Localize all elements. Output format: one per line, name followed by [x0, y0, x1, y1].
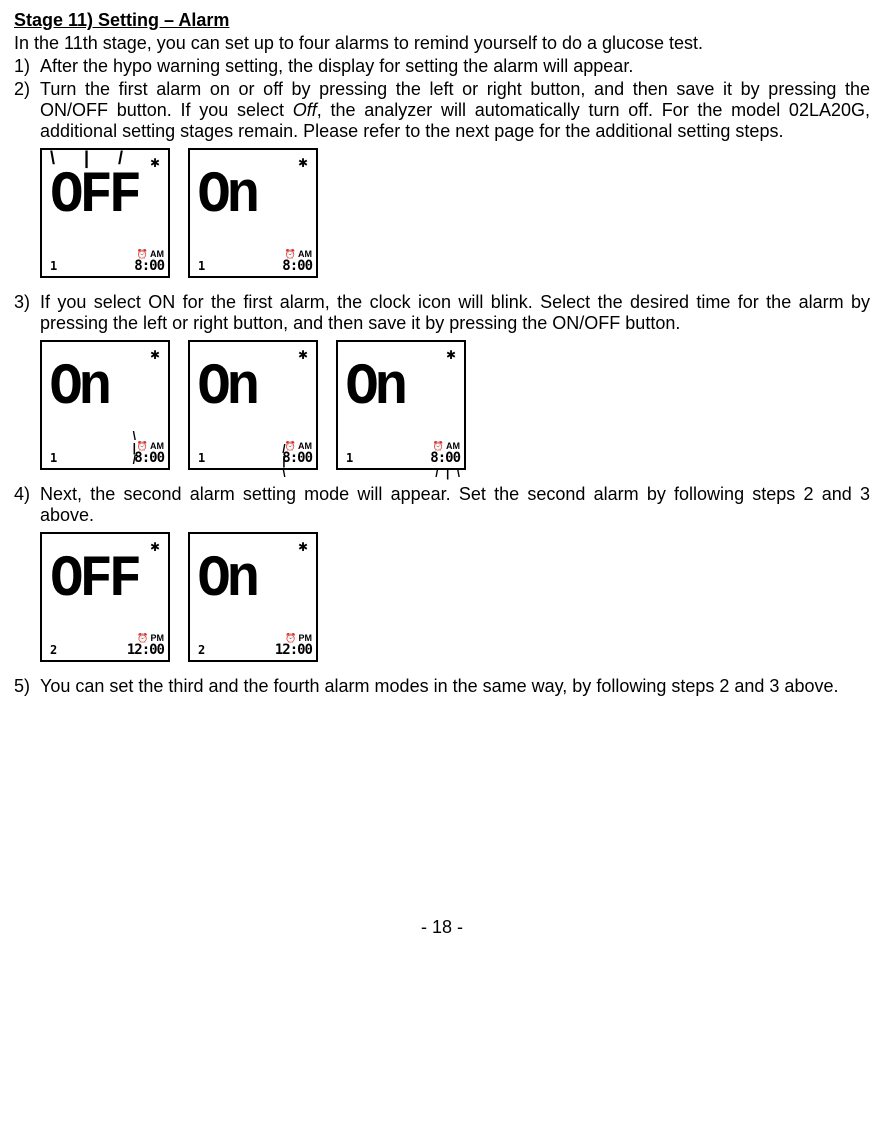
lcd-on-1: ✱ On 1 AM 8:00	[188, 148, 318, 278]
lcd-row-1: \ | / ✱ OFF 1 AM 8:00 ✱ On 1 AM 8:00	[40, 148, 870, 278]
item-number: 3)	[14, 292, 40, 334]
alarm-slot: 1	[198, 451, 205, 465]
lcd-off-1: \ | / ✱ OFF 1 AM 8:00	[40, 148, 170, 278]
alarm-slot: 2	[198, 643, 205, 657]
list-item-3: 3) If you select ON for the first alarm,…	[14, 292, 870, 334]
blink-marks-icon: / | \	[435, 467, 462, 479]
time-value: 8:00	[134, 259, 164, 273]
lcd-big-text: On	[198, 552, 257, 610]
alarm-slot: 1	[50, 451, 57, 465]
list-item-2: 2) Turn the first alarm on or off by pre…	[14, 79, 870, 142]
lcd-row-3: ✱ OFF 2 PM 12:00 ✱ On 2 PM 12:00	[40, 532, 870, 662]
page-number: - 18 -	[14, 917, 870, 938]
item-number: 4)	[14, 484, 40, 526]
alarm-slot: 1	[50, 259, 57, 273]
item-text: Turn the first alarm on or off by pressi…	[40, 79, 870, 142]
settings-icon: ✱	[446, 348, 456, 362]
item-text: After the hypo warning setting, the disp…	[40, 56, 870, 77]
item-text: You can set the third and the fourth ala…	[40, 676, 870, 697]
lcd-on-2: ✱ On 2 PM 12:00	[188, 532, 318, 662]
lcd-big-text: OFF	[50, 168, 138, 226]
settings-icon: ✱	[298, 348, 308, 362]
item-text: Next, the second alarm setting mode will…	[40, 484, 870, 526]
lcd-big-text: On	[198, 168, 257, 226]
blink-marks-icon: \ | /	[133, 430, 138, 466]
alarm-slot: 1	[198, 259, 205, 273]
lcd-row-2: ✱ On 1 \ | / AM 8:00 ✱ On 1 AM 8:00 / | …	[40, 340, 870, 470]
settings-icon: ✱	[150, 540, 160, 554]
item-number: 1)	[14, 56, 40, 77]
settings-icon: ✱	[298, 540, 308, 554]
lcd-on-min-set: ✱ On 1 AM 8:00 / | \	[336, 340, 466, 470]
lcd-off-2: ✱ OFF 2 PM 12:00	[40, 532, 170, 662]
lcd-on-hour-blink: ✱ On 1 \ | / AM 8:00	[40, 340, 170, 470]
time-value: 12:00	[127, 643, 164, 657]
list-item-4: 4) Next, the second alarm setting mode w…	[14, 484, 870, 526]
list-item-5: 5) You can set the third and the fourth …	[14, 676, 870, 697]
list-item-1: 1) After the hypo warning setting, the d…	[14, 56, 870, 77]
lcd-big-text: On	[50, 360, 109, 418]
lcd-big-text: On	[346, 360, 405, 418]
intro-text: In the 11th stage, you can set up to fou…	[14, 33, 870, 54]
alarm-slot: 1	[346, 451, 353, 465]
settings-icon: ✱	[298, 156, 308, 170]
off-italic: Off	[293, 100, 317, 120]
time-value: 8:00	[134, 451, 164, 465]
settings-icon: ✱	[150, 156, 160, 170]
alarm-slot: 2	[50, 643, 57, 657]
time-value: 12:00	[275, 643, 312, 657]
item-text: If you select ON for the first alarm, th…	[40, 292, 870, 334]
time-value: 8:00	[282, 259, 312, 273]
settings-icon: ✱	[150, 348, 160, 362]
item-number: 5)	[14, 676, 40, 697]
heading: Stage 11) Setting – Alarm	[14, 10, 870, 31]
item-number: 2)	[14, 79, 40, 142]
lcd-on-hour-set: ✱ On 1 AM 8:00 / | \	[188, 340, 318, 470]
lcd-big-text: On	[198, 360, 257, 418]
time-value: 8:00	[430, 451, 460, 465]
blink-marks-icon: / | \	[282, 443, 294, 479]
lcd-big-text: OFF	[50, 552, 138, 610]
